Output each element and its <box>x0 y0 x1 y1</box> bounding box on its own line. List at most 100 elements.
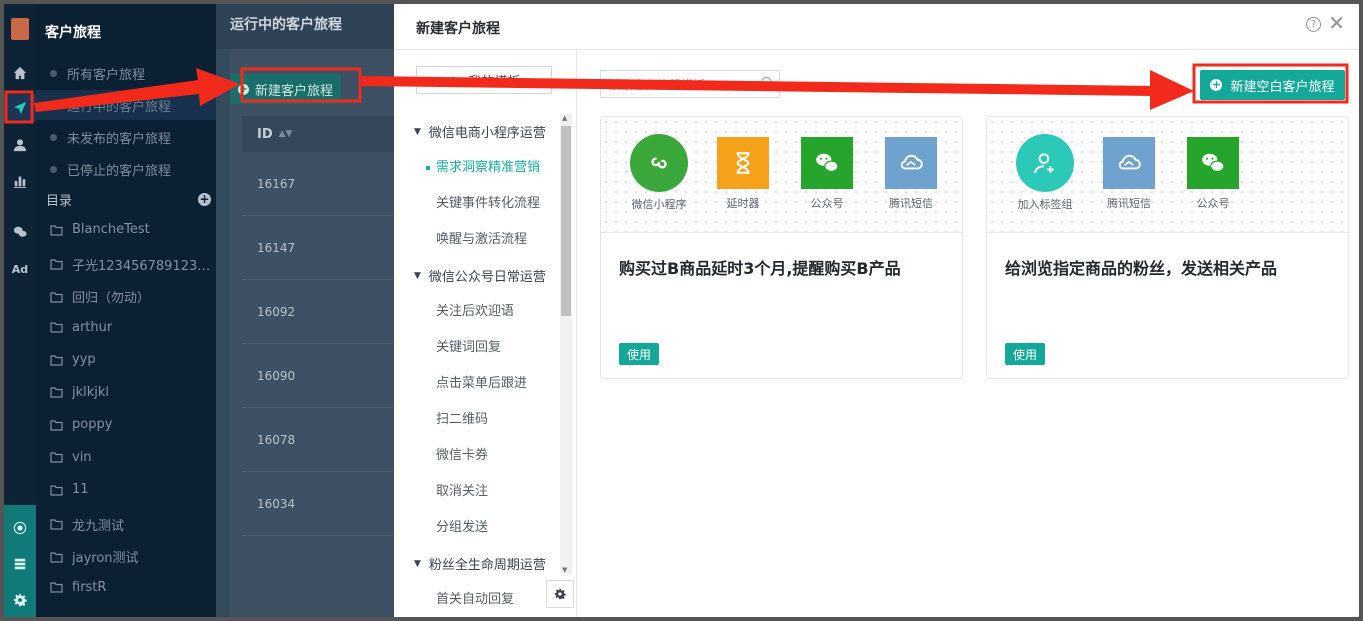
folder-item[interactable]: firstR <box>50 580 215 595</box>
sidebar-title: 客户旅程 <box>45 25 101 41</box>
folder-icon <box>50 484 63 496</box>
folder-icon <box>50 452 63 463</box>
category-group[interactable]: ▼ 微信公众号日常运营 <box>414 266 546 285</box>
use-template-button[interactable]: 使用 <box>1005 343 1045 365</box>
caret-down-icon: ▼ <box>414 126 421 137</box>
folder-icon <box>50 387 63 398</box>
row-id: 16034 <box>257 496 296 511</box>
flow-node: 公众号 <box>787 137 867 211</box>
app-logo <box>11 18 29 40</box>
caret-down-icon: ▼ <box>414 558 421 569</box>
folder-icon <box>50 224 63 236</box>
category-item[interactable]: 取消关注 <box>436 480 488 499</box>
folder-item[interactable]: vin <box>50 450 215 465</box>
sidebar-item-running[interactable]: 运行中的客户旅程 <box>36 90 216 120</box>
mini-program-icon <box>630 134 688 192</box>
category-item[interactable]: 点击菜单后跟进 <box>436 372 527 391</box>
category-item[interactable]: 关键事件转化流程 <box>436 192 540 211</box>
folder-icon <box>50 354 63 366</box>
hourglass-icon <box>717 137 769 189</box>
new-blank-journey-button[interactable]: + 新建空白客户旅程 <box>1200 70 1345 100</box>
table-row[interactable]: 16034 <box>242 472 396 536</box>
my-templates-button[interactable]: ★ 我的模板 <box>416 66 552 94</box>
star-icon: ★ <box>447 73 459 87</box>
scroll-thumb[interactable] <box>561 126 571 316</box>
card-flow-preview: 微信小程序 延时器 公众号 腾讯短信 <box>601 117 962 233</box>
search-placeholder: 搜索客户旅程模板 <box>609 77 706 92</box>
flow-node: 延时器 <box>703 137 783 211</box>
add-folder-icon[interactable]: + <box>198 193 211 206</box>
send-icon[interactable] <box>4 94 36 122</box>
category-group[interactable]: ▼ 微信电商小程序运营 <box>414 122 546 141</box>
help-icon[interactable]: ? <box>1306 17 1321 32</box>
row-id: 16090 <box>257 368 296 383</box>
category-item[interactable]: 关键词回复 <box>436 336 501 355</box>
table-row[interactable]: 16090 <box>242 344 396 408</box>
flow-node: 加入标签组 <box>1005 134 1085 212</box>
flow-node-label: 公众号 <box>1196 197 1230 210</box>
flow-node: 微信小程序 <box>619 134 699 212</box>
close-icon[interactable]: ✕ <box>1328 13 1345 33</box>
template-card[interactable]: 加入标签组 腾讯短信 公众号 给浏览指定商品的粉丝，发送相关产品 使用 <box>986 116 1349 379</box>
card-title: 给浏览指定商品的粉丝，发送相关产品 <box>1005 259 1278 278</box>
search-icon[interactable] <box>761 77 772 88</box>
folder-item[interactable]: jklkjkl <box>50 385 215 400</box>
category-settings-button[interactable] <box>546 580 574 608</box>
flow-node-label: 腾讯短信 <box>889 197 933 210</box>
folder-item[interactable]: yyp <box>50 352 215 367</box>
folder-icon <box>50 519 63 530</box>
row-id: 16147 <box>257 240 296 255</box>
folder-item[interactable]: 回归（勿动） <box>50 287 215 306</box>
category-group[interactable]: ▼ 粉丝全生命周期运营 <box>414 554 546 573</box>
user-icon[interactable] <box>4 132 36 158</box>
folder-item[interactable]: jayron测试 <box>50 547 215 566</box>
sort-icon[interactable]: ▲▼ <box>279 129 293 139</box>
sidebar-item-stopped[interactable]: 已停止的客户旅程 <box>36 154 216 184</box>
journey-list-panel: 运行中的客户旅程 + 新建客户旅程 ID ▲▼ 16167 16147 16092 160… <box>216 4 396 617</box>
table-row[interactable]: 16092 <box>242 280 396 344</box>
category-item[interactable]: 扫二维码 <box>436 408 488 427</box>
sidebar-item-all[interactable]: 所有客户旅程 <box>36 58 216 88</box>
template-search-input[interactable]: 搜索客户旅程模板 <box>600 70 780 98</box>
folder-icon <box>50 259 63 270</box>
panel-divider <box>576 50 577 617</box>
wechat-icon[interactable] <box>4 219 36 245</box>
new-journey-button[interactable]: + 新建客户旅程 <box>230 74 341 104</box>
card-title: 购买过B商品延时3个月,提醒购买B产品 <box>619 259 901 278</box>
category-item[interactable]: 需求洞察精准营销 <box>426 156 540 175</box>
scroll-up-icon[interactable]: ▲ <box>562 114 567 122</box>
folder-item[interactable]: 龙九测试 <box>50 515 215 534</box>
folder-icon <box>50 291 63 303</box>
category-item[interactable]: 关注后欢迎语 <box>436 300 514 319</box>
folder-item[interactable]: poppy <box>50 417 215 432</box>
directory-header: 目录 + <box>46 190 211 209</box>
ad-icon[interactable]: Ad <box>4 256 36 282</box>
flow-node: 公众号 <box>1173 137 1253 211</box>
sidebar-item-unpublished[interactable]: 未发布的客户旅程 <box>36 122 216 152</box>
table-row[interactable]: 16078 <box>242 408 396 472</box>
table-row[interactable]: 16167 <box>242 152 396 216</box>
plus-circle-icon: + <box>237 83 249 95</box>
row-id: 16078 <box>257 432 296 447</box>
category-item[interactable]: 首关自动回复 <box>436 588 514 607</box>
category-item[interactable]: 唤醒与激活流程 <box>436 228 527 247</box>
folder-icon <box>50 582 63 593</box>
chart-icon[interactable] <box>4 168 36 194</box>
id-column-header[interactable]: ID ▲▼ <box>242 116 396 152</box>
category-item[interactable]: 分组发送 <box>436 516 488 535</box>
use-template-button[interactable]: 使用 <box>619 343 659 365</box>
category-scrollbar[interactable]: ▲ ▼ <box>560 114 572 574</box>
template-card[interactable]: 微信小程序 延时器 公众号 腾讯短信购买过B商品延时3个月,提醒购买B产品 使用 <box>600 116 963 379</box>
hub-icon[interactable] <box>4 515 36 541</box>
settings-icon[interactable] <box>4 587 36 613</box>
folder-item[interactable]: 11 <box>50 482 215 497</box>
table-row[interactable]: 16147 <box>242 216 396 280</box>
folder-item[interactable]: BlancheTest <box>50 222 215 237</box>
folder-item[interactable]: 子光1234567891234567... <box>50 255 215 274</box>
server-icon[interactable] <box>4 551 36 577</box>
category-item[interactable]: 微信卡券 <box>436 444 488 463</box>
home-icon[interactable] <box>4 60 36 86</box>
folder-icon <box>50 322 63 333</box>
scroll-down-icon[interactable]: ▼ <box>562 566 567 574</box>
folder-item[interactable]: arthur <box>50 320 215 335</box>
